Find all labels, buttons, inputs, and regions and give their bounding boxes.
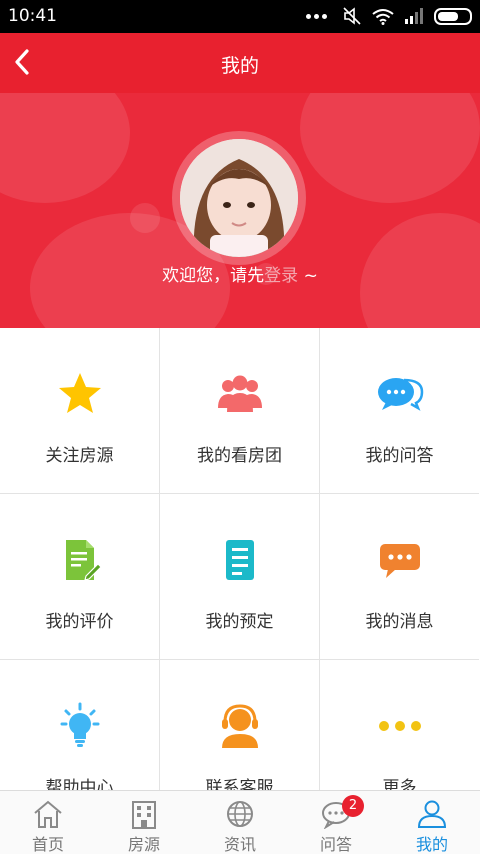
mute-icon	[343, 7, 361, 25]
decor-blob	[300, 93, 480, 203]
tab-label: 我的	[415, 835, 448, 854]
status-icons	[306, 7, 472, 25]
status-time: 10:41	[8, 6, 57, 26]
menu-item-my-bookings[interactable]: 我的预定	[160, 494, 320, 660]
avatar-portrait-icon	[180, 139, 298, 257]
menu-item-more[interactable]: 更多	[320, 660, 479, 790]
menu-item-my-reviews[interactable]: 我的评价	[0, 494, 160, 660]
group-icon	[217, 375, 262, 412]
app-header: 我的	[0, 33, 480, 93]
tab-home[interactable]: 首页	[0, 791, 96, 854]
menu-item-my-qa[interactable]: 我的问答	[320, 328, 479, 494]
tab-label: 问答	[319, 835, 352, 854]
user-icon	[417, 800, 447, 828]
menu-item-label: 我的问答	[365, 446, 434, 466]
welcome-prefix: 欢迎您，请先	[162, 266, 265, 286]
menu-item-my-messages[interactable]: 我的消息	[320, 494, 479, 660]
menu-item-label: 我的预定	[205, 612, 274, 632]
tab-qa[interactable]: 2 问答	[288, 791, 384, 854]
menu-item-label: 我的消息	[365, 612, 434, 632]
notification-dots-icon	[306, 12, 332, 20]
avatar-ring[interactable]	[172, 131, 306, 265]
menu-item-label: 更多	[382, 778, 417, 790]
battery-icon	[434, 7, 472, 25]
welcome-text: 欢迎您，请先登录 ~	[0, 261, 480, 286]
decor-blob	[130, 203, 160, 233]
chat-bubbles-icon	[377, 378, 423, 411]
document-edit-icon	[65, 540, 102, 581]
menu-item-label: 联系客服	[205, 778, 274, 790]
home-icon	[34, 800, 62, 828]
page-title: 我的	[220, 55, 259, 77]
profile-banner: 欢迎您，请先登录 ~	[0, 93, 480, 328]
menu-item-label: 我的评价	[45, 612, 114, 632]
wifi-icon	[372, 8, 394, 25]
signal-icon	[405, 8, 423, 24]
login-link[interactable]: 登录	[264, 266, 298, 286]
globe-icon	[227, 801, 253, 827]
tab-news[interactable]: 资讯	[192, 791, 288, 854]
tab-label: 房源	[127, 835, 160, 854]
decor-blob	[0, 93, 130, 203]
menu-item-viewing-group[interactable]: 我的看房团	[160, 328, 320, 494]
menu-item-label: 帮助中心	[45, 778, 114, 790]
menu-item-followed-listings[interactable]: 关注房源	[0, 328, 160, 494]
tab-label: 首页	[31, 835, 64, 854]
tab-listings[interactable]: 房源	[96, 791, 192, 854]
welcome-suffix: ~	[298, 266, 318, 286]
bottom-tab-bar: 首页 房源 资讯 2 问答 我的	[0, 790, 480, 854]
lightbulb-icon	[60, 702, 99, 747]
menu-item-label: 关注房源	[45, 446, 114, 466]
star-icon	[58, 373, 101, 413]
menu-grid: 关注房源 我的看房团 我的问答 我的评价 我的预定 我的消息 帮助中心 联系客服…	[0, 328, 480, 790]
customer-service-icon	[221, 704, 258, 748]
tab-label: 资讯	[223, 835, 256, 854]
unread-badge: 2	[342, 795, 364, 817]
menu-item-help-center[interactable]: 帮助中心	[0, 660, 160, 790]
more-dots-icon	[378, 721, 421, 731]
menu-item-customer-service[interactable]: 联系客服	[160, 660, 320, 790]
building-icon	[132, 801, 156, 829]
avatar[interactable]	[180, 139, 298, 257]
status-bar: 10:41	[0, 0, 480, 33]
tab-mine[interactable]: 我的	[384, 791, 480, 854]
message-icon	[379, 544, 420, 578]
menu-item-label: 我的看房团	[197, 446, 282, 466]
list-doc-icon	[225, 540, 254, 580]
